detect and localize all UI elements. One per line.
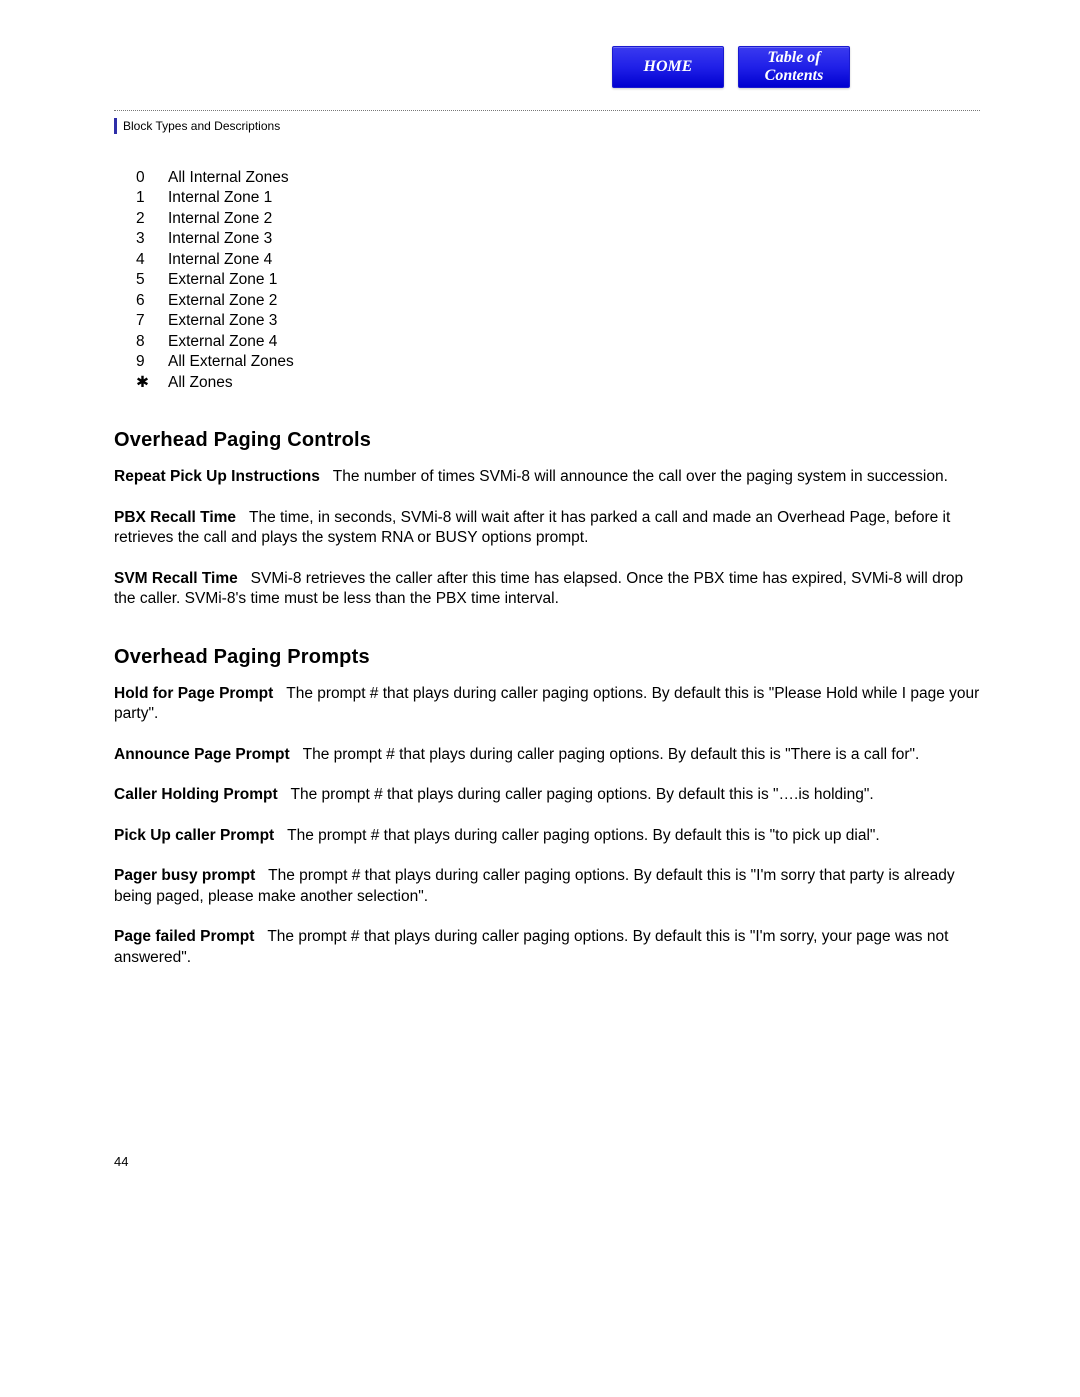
zone-label: External Zone 2 (168, 291, 277, 311)
section-heading-controls: Overhead Paging Controls (114, 427, 980, 453)
zone-key: 2 (136, 209, 152, 229)
zone-list: 0 All Internal Zones 1 Internal Zone 1 2 Inte… (136, 168, 980, 393)
zone-label: All Internal Zones (168, 168, 289, 188)
definition-paragraph: SVM Recall Time SVMi-8 retrieves the cal… (114, 569, 980, 610)
zone-label: Internal Zone 3 (168, 229, 272, 249)
zone-label: External Zone 4 (168, 332, 277, 352)
zone-row: 6 External Zone 2 (136, 291, 980, 311)
header-rule (114, 110, 980, 111)
definition-term: Repeat Pick Up Instructions (114, 468, 320, 485)
definition-paragraph: Page failed Prompt The prompt # that pla… (114, 927, 980, 968)
page: HOME Table of Contents Block Types and D… (0, 0, 1080, 1397)
definition-term: Pager busy prompt (114, 867, 255, 884)
zone-row: 2 Internal Zone 2 (136, 209, 980, 229)
zone-row: 7 External Zone 3 (136, 311, 980, 331)
prompts-items: Hold for Page Prompt The prompt # that p… (114, 684, 980, 968)
zone-label: Internal Zone 4 (168, 250, 272, 270)
home-button-label: HOME (644, 58, 693, 76)
definition-paragraph: Announce Page Prompt The prompt # that p… (114, 745, 980, 765)
definition-body: The prompt # that plays during caller pa… (278, 786, 874, 803)
zone-key: 1 (136, 188, 152, 208)
definition-term: PBX Recall Time (114, 509, 236, 526)
definition-paragraph: Repeat Pick Up Instructions The number o… (114, 467, 980, 487)
definition-paragraph: Pager busy prompt The prompt # that play… (114, 866, 980, 907)
zone-row: 3 Internal Zone 3 (136, 229, 980, 249)
definition-body: The prompt # that plays during caller pa… (274, 827, 880, 844)
definition-term: Hold for Page Prompt (114, 685, 273, 702)
zone-key: 5 (136, 270, 152, 290)
zone-key: 0 (136, 168, 152, 188)
home-button[interactable]: HOME (612, 46, 724, 88)
zone-key: 3 (136, 229, 152, 249)
breadcrumb: Block Types and Descriptions (114, 118, 280, 134)
zone-row: ✱ All Zones (136, 373, 980, 393)
definition-term: Caller Holding Prompt (114, 786, 278, 803)
zone-key: ✱ (136, 373, 152, 393)
definition-body: The prompt # that plays during caller pa… (290, 746, 920, 763)
zone-row: 8 External Zone 4 (136, 332, 980, 352)
breadcrumb-text: Block Types and Descriptions (123, 119, 280, 133)
definition-paragraph: PBX Recall Time The time, in seconds, SV… (114, 508, 980, 549)
definition-paragraph: Pick Up caller Prompt The prompt # that … (114, 826, 980, 846)
zone-key: 8 (136, 332, 152, 352)
definition-term: Pick Up caller Prompt (114, 827, 274, 844)
content-area: 0 All Internal Zones 1 Internal Zone 1 2 Inte… (114, 160, 980, 988)
top-nav: HOME Table of Contents (612, 46, 850, 88)
definition-paragraph: Hold for Page Prompt The prompt # that p… (114, 684, 980, 725)
definition-body: SVMi-8 retrieves the caller after this t… (114, 570, 963, 607)
zone-row: 0 All Internal Zones (136, 168, 980, 188)
controls-items: Repeat Pick Up Instructions The number o… (114, 467, 980, 609)
definition-body: The number of times SVMi-8 will announce… (320, 468, 948, 485)
definition-term: SVM Recall Time (114, 570, 238, 587)
definition-body: The time, in seconds, SVMi-8 will wait a… (114, 509, 950, 546)
zone-row: 1 Internal Zone 1 (136, 188, 980, 208)
zone-label: Internal Zone 2 (168, 209, 272, 229)
zone-label: All Zones (168, 373, 233, 393)
zone-key: 4 (136, 250, 152, 270)
zone-label: External Zone 1 (168, 270, 277, 290)
zone-row: 9 All External Zones (136, 352, 980, 372)
zone-label: Internal Zone 1 (168, 188, 272, 208)
section-heading-prompts: Overhead Paging Prompts (114, 644, 980, 670)
definition-paragraph: Caller Holding Prompt The prompt # that … (114, 785, 980, 805)
zone-key: 7 (136, 311, 152, 331)
definition-term: Page failed Prompt (114, 928, 254, 945)
zone-row: 4 Internal Zone 4 (136, 250, 980, 270)
definition-term: Announce Page Prompt (114, 746, 290, 763)
zone-key: 9 (136, 352, 152, 372)
zone-row: 5 External Zone 1 (136, 270, 980, 290)
toc-button-line2: Contents (765, 67, 824, 85)
zone-key: 6 (136, 291, 152, 311)
toc-button[interactable]: Table of Contents (738, 46, 850, 88)
zone-label: External Zone 3 (168, 311, 277, 331)
toc-button-line1: Table of (767, 49, 820, 67)
zone-label: All External Zones (168, 352, 294, 372)
page-number: 44 (114, 1154, 128, 1169)
